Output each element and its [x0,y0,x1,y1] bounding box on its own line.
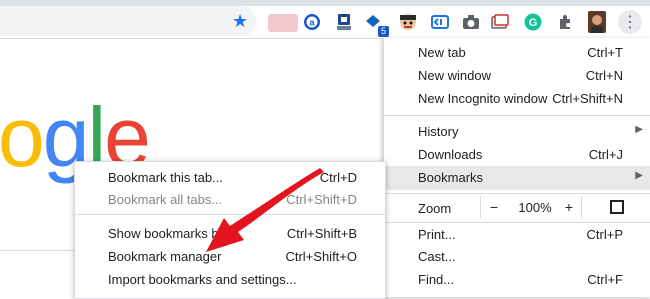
bookmark-star-icon[interactable]: ★ [232,11,248,31]
camera-icon[interactable] [461,12,481,32]
menu-shortcut: Ctrl+P [586,227,623,242]
grammarly-icon[interactable]: G [523,12,543,32]
menu-label: Print... [418,227,456,242]
menu-label: Import bookmarks and settings... [108,272,297,287]
menu-separator [384,222,650,223]
submenu-arrow-icon: ▶ [635,170,643,181]
menu-item-find[interactable]: Find... Ctrl+F [384,269,650,291]
menu-shortcut: Ctrl+F [587,272,623,287]
browser-toolbar: ★ a 5 G ⋮ [0,6,650,39]
menu-item-new-window[interactable]: New window Ctrl+N [384,65,650,87]
extension-icon-4[interactable] [398,12,418,32]
blurred-extension-icon[interactable] [268,14,298,32]
menu-label: Bookmarks [418,170,484,185]
address-bar[interactable] [0,6,256,36]
puzzle-icon[interactable] [555,12,575,32]
extension-badge: 5 [378,26,389,37]
extension-icon-6[interactable] [490,12,510,32]
menu-shortcut: Ctrl+Shift+N [552,91,623,106]
submenu-arrow-icon: ▶ [635,124,643,135]
menu-item-downloads[interactable]: Downloads Ctrl+J [384,144,650,166]
menu-label: History [418,124,459,139]
menu-label: Downloads [418,147,483,162]
alexa-icon[interactable]: a [302,12,322,32]
menu-shortcut: Ctrl+N [585,68,623,83]
menu-item-new-tab[interactable]: New tab Ctrl+T [384,42,650,64]
menu-item-history[interactable]: History ▶ [384,121,650,143]
more-menu-icon[interactable]: ⋮ [618,10,642,34]
menu-item-print[interactable]: Print... Ctrl+P [384,224,650,246]
menu-shortcut: Ctrl+T [587,45,623,60]
menu-item-zoom: Zoom − 100% + [384,192,650,222]
red-pointer-arrow-icon [206,168,324,252]
menu-separator [384,115,650,116]
zoom-level: 100% [518,200,552,215]
menu-item-bookmarks[interactable]: Bookmarks ▶ [384,166,650,190]
menu-label: Cast... [418,249,456,264]
zoom-in-button[interactable]: + [559,199,579,215]
menu-label: New tab [418,45,466,60]
logo-letter-o: o [0,90,45,184]
submenu-item-import-bookmarks[interactable]: Import bookmarks and settings... [75,269,385,291]
menu-label: New Incognito window [418,91,548,106]
menu-item-cast[interactable]: Cast... [384,246,650,268]
profile-avatar-icon[interactable] [587,11,607,33]
extension-icon-5[interactable] [430,12,450,32]
menu-item-new-incognito[interactable]: New Incognito window Ctrl+Shift+N [384,88,650,110]
zoom-out-button[interactable]: − [484,199,504,215]
menu-shortcut: Ctrl+J [588,147,623,162]
chrome-main-menu: New tab Ctrl+T New window Ctrl+N New Inc… [383,38,650,297]
menu-label: Zoom [418,201,452,216]
menu-label: New window [418,68,491,83]
menu-label: Find... [418,272,455,287]
fullscreen-icon[interactable] [610,200,624,214]
svg-text:G: G [529,17,538,29]
extension-icon-2[interactable] [334,12,354,32]
